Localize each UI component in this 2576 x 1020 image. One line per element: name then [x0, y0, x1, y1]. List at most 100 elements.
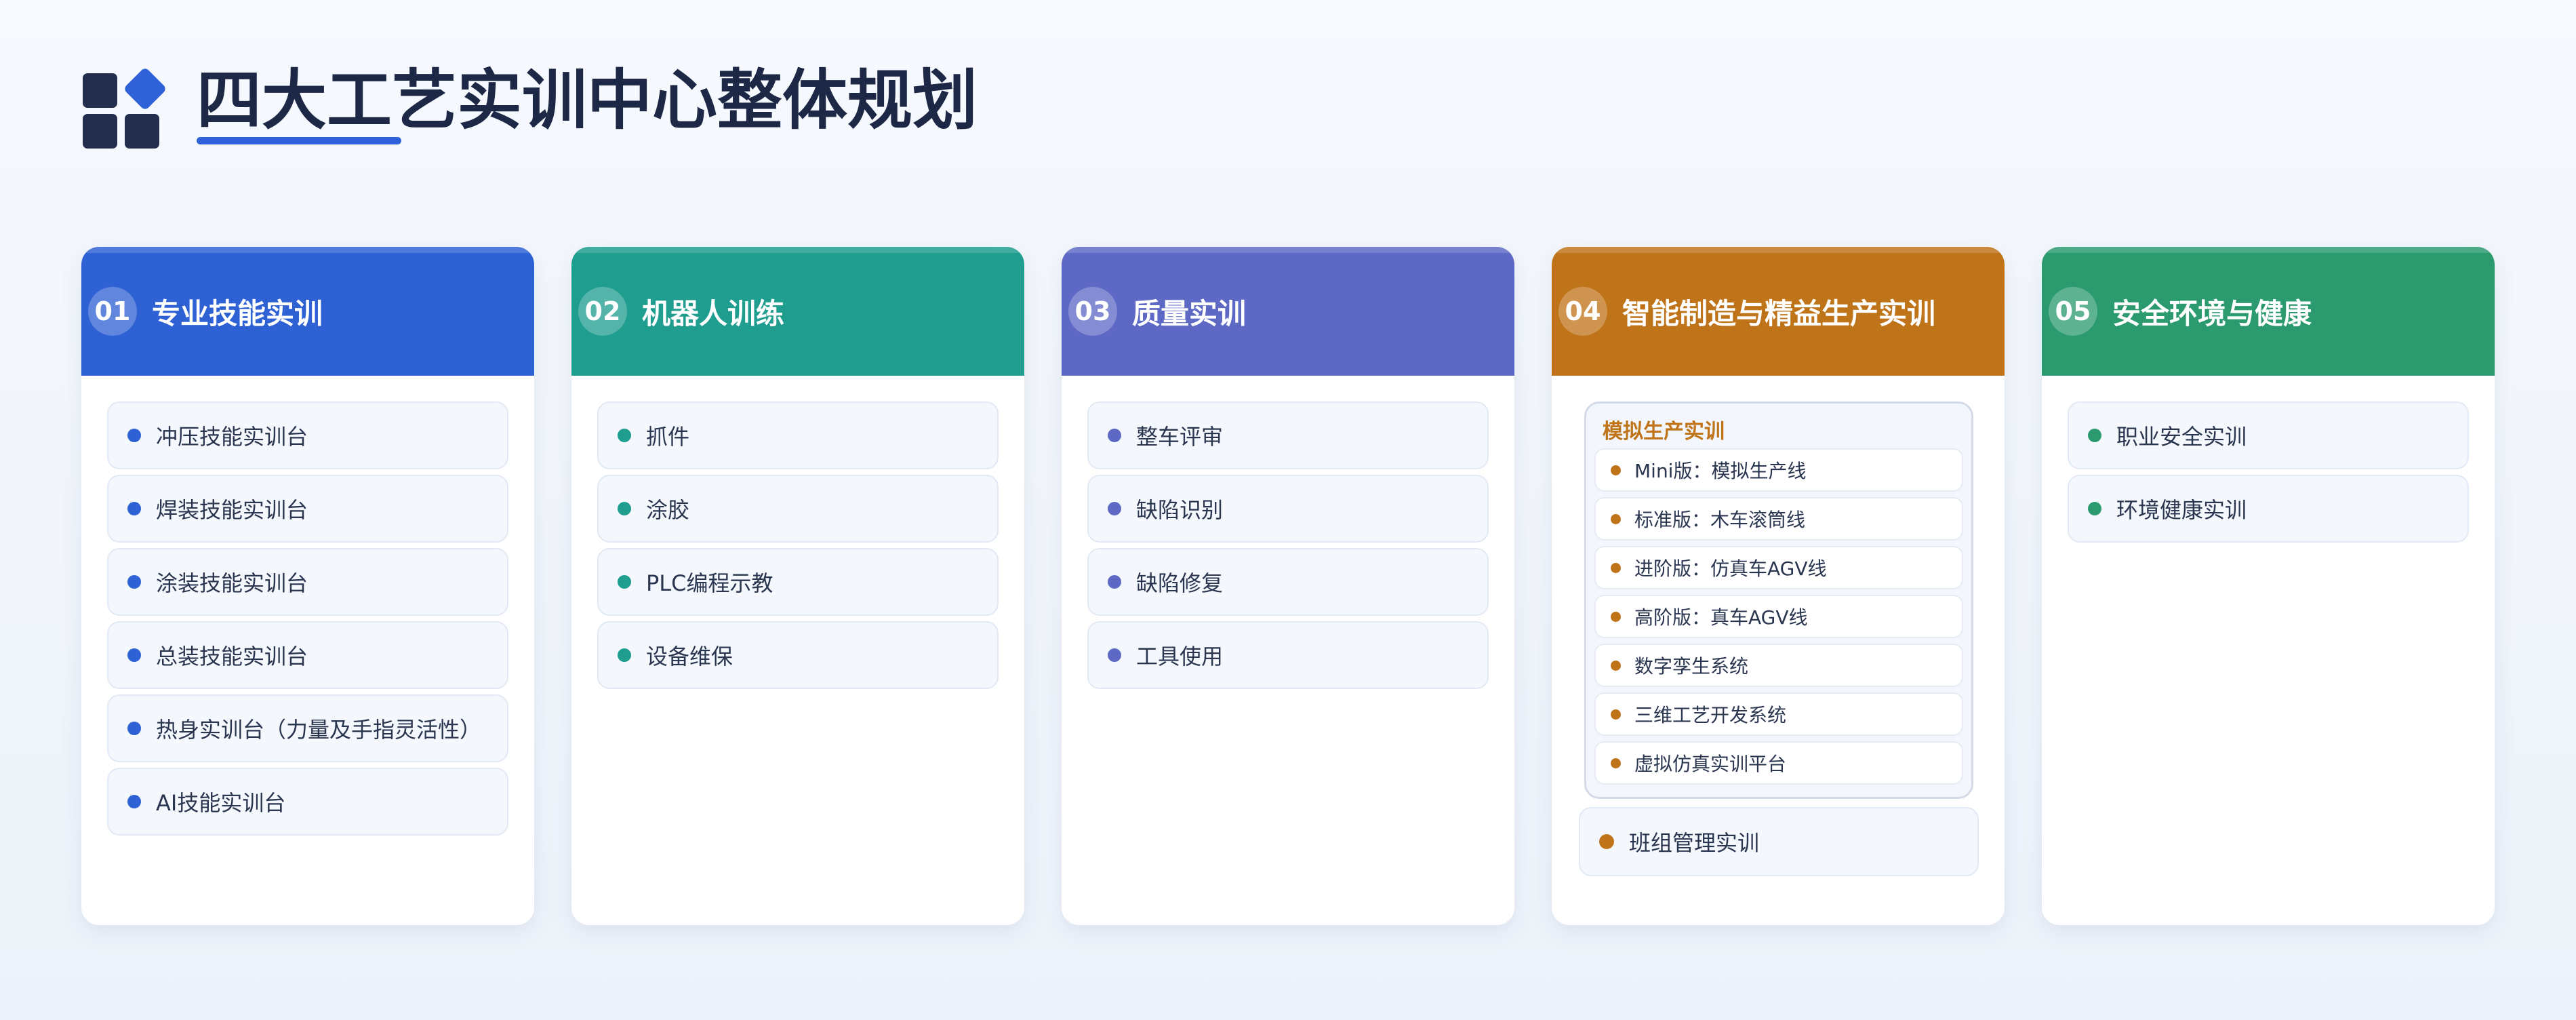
title-wrap: 四大工艺实训中心整体规划 [197, 62, 978, 144]
list-item[interactable]: AI技能实训台 [107, 768, 508, 836]
list-item[interactable]: 设备维保 [597, 621, 999, 689]
list-item[interactable]: 涂胶 [597, 475, 999, 543]
subpanel-title: 模拟生产实训 [1603, 420, 1725, 444]
bullet-dot-icon [1108, 575, 1121, 589]
card-number-badge: 05 [2049, 287, 2097, 336]
bullet-dot-icon [1611, 513, 1621, 524]
bullet-dot-icon [1611, 562, 1621, 573]
list-item[interactable]: 缺陷修复 [1087, 548, 1489, 616]
bullet-dot-icon [1611, 611, 1621, 622]
sub-list-item[interactable]: 虚拟仿真实训平台 [1594, 741, 1963, 785]
card-title: 智能制造与精益生产实训 [1622, 296, 1936, 330]
card-item-list: 整车评审 缺陷识别 缺陷修复 工具使用 [1087, 401, 1489, 694]
sub-list-item[interactable]: 进阶版：仿真车AGV线 [1594, 546, 1963, 589]
bullet-dot-icon [618, 648, 631, 662]
list-item-label: 班组管理实训 [1629, 830, 1760, 856]
card-item-list: 抓件 涂胶 PLC编程示教 设备维保 [597, 401, 999, 694]
bullet-dot-icon [618, 575, 631, 589]
list-item-label: 冲压技能实训台 [156, 424, 308, 450]
list-item[interactable]: 工具使用 [1087, 621, 1489, 689]
bullet-dot-icon [127, 648, 141, 662]
list-item-label: 涂胶 [646, 497, 690, 523]
card-title: 质量实训 [1132, 296, 1247, 330]
card-item-list: 冲压技能实训台 焊装技能实训台 涂装技能实训台 总装技能实训台 热身实训台（力量… [107, 401, 508, 841]
sub-list-item[interactable]: 高阶版：真车AGV线 [1594, 595, 1963, 638]
bullet-dot-icon [2088, 429, 2101, 442]
sub-list-item[interactable]: Mini版：模拟生产线 [1594, 448, 1963, 492]
sub-list-item-label: Mini版：模拟生产线 [1634, 460, 1807, 482]
list-item[interactable]: 抓件 [597, 401, 999, 469]
bullet-dot-icon [127, 722, 141, 735]
card-number-badge: 03 [1068, 287, 1117, 336]
card-number-badge: 04 [1558, 287, 1607, 336]
bullet-dot-icon [618, 429, 631, 442]
card-number-badge: 02 [578, 287, 627, 336]
card-header: 05 安全环境与健康 [2042, 247, 2495, 376]
card-robot-training: 02 机器人训练 抓件 涂胶 PLC编程示教 设备维保 [571, 247, 1024, 925]
cards-row: 01 专业技能实训 冲压技能实训台 焊装技能实训台 涂装技能实训台 总装技能实训… [81, 247, 2495, 925]
bullet-dot-icon [1108, 648, 1121, 662]
card-item-list: 职业安全实训 环境健康实训 [2068, 401, 2469, 548]
card-header: 01 专业技能实训 [81, 247, 534, 376]
bullet-dot-icon [2088, 502, 2101, 515]
list-item[interactable]: 整车评审 [1087, 401, 1489, 469]
card-quality-training: 03 质量实训 整车评审 缺陷识别 缺陷修复 工具使用 [1062, 247, 1514, 925]
bullet-dot-icon [127, 575, 141, 589]
sub-list-item[interactable]: 数字孪生系统 [1594, 644, 1963, 687]
sub-list-item-label: 进阶版：仿真车AGV线 [1634, 557, 1827, 580]
card-title: 专业技能实训 [152, 296, 323, 330]
bullet-dot-icon [1108, 429, 1121, 442]
list-item-label: 职业安全实训 [2116, 424, 2247, 450]
grid-logo-icon [83, 66, 167, 151]
card-header: 02 机器人训练 [571, 247, 1024, 376]
list-item[interactable]: 热身实训台（力量及手指灵活性） [107, 694, 508, 762]
card-smart-manufacturing: 04 智能制造与精益生产实训 模拟生产实训 Mini版：模拟生产线 标准版：木车… [1552, 247, 2005, 925]
list-item[interactable]: PLC编程示教 [597, 548, 999, 616]
sub-list-item-label: 三维工艺开发系统 [1634, 704, 1787, 726]
list-item[interactable]: 班组管理实训 [1579, 807, 1979, 876]
sub-list-item-label: 虚拟仿真实训平台 [1634, 753, 1787, 775]
card-professional-skills: 01 专业技能实训 冲压技能实训台 焊装技能实训台 涂装技能实训台 总装技能实训… [81, 247, 534, 925]
bullet-dot-icon [1611, 465, 1621, 475]
card-number-badge: 01 [88, 287, 137, 336]
list-item[interactable]: 缺陷识别 [1087, 475, 1489, 543]
page-title: 四大工艺实训中心整体规划 [197, 62, 978, 138]
bullet-dot-icon [127, 502, 141, 515]
card-safety-environment-health: 05 安全环境与健康 职业安全实训 环境健康实训 [2042, 247, 2495, 925]
list-item-label: 环境健康实训 [2116, 497, 2247, 523]
list-item-label: 设备维保 [646, 644, 733, 669]
list-item-label: AI技能实训台 [156, 790, 286, 816]
bullet-dot-icon [1611, 758, 1621, 768]
list-item-label: 焊装技能实训台 [156, 497, 308, 523]
list-item-label: 抓件 [646, 424, 690, 450]
list-item-label: PLC编程示教 [646, 570, 773, 596]
bullet-dot-icon [1611, 709, 1621, 720]
card-title: 机器人训练 [642, 296, 785, 330]
bullet-dot-icon [127, 795, 141, 808]
bullet-dot-icon [127, 429, 141, 442]
sub-list-item[interactable]: 三维工艺开发系统 [1594, 692, 1963, 736]
list-item[interactable]: 焊装技能实训台 [107, 475, 508, 543]
subpanel-item-list: Mini版：模拟生产线 标准版：木车滚筒线 进阶版：仿真车AGV线 高阶版：真车… [1594, 448, 1963, 790]
sub-list-item-label: 数字孪生系统 [1634, 655, 1749, 678]
page-header: 四大工艺实训中心整体规划 [83, 65, 978, 153]
card-title: 安全环境与健康 [2112, 296, 2312, 330]
simulated-production-panel: 模拟生产实训 Mini版：模拟生产线 标准版：木车滚筒线 进阶版：仿真车AGV线… [1584, 401, 1973, 799]
sub-list-item-label: 标准版：木车滚筒线 [1634, 509, 1806, 531]
list-item[interactable]: 涂装技能实训台 [107, 548, 508, 616]
sub-list-item[interactable]: 标准版：木车滚筒线 [1594, 497, 1963, 541]
card-header: 04 智能制造与精益生产实训 [1552, 247, 2005, 376]
bullet-dot-icon [1599, 834, 1614, 849]
list-item-label: 热身实训台（力量及手指灵活性） [156, 717, 482, 743]
list-item-label: 缺陷识别 [1136, 497, 1224, 523]
list-item[interactable]: 环境健康实训 [2068, 475, 2469, 543]
list-item-label: 总装技能实训台 [156, 644, 308, 669]
list-item-label: 缺陷修复 [1136, 570, 1224, 596]
list-item-label: 涂装技能实训台 [156, 570, 308, 596]
list-item[interactable]: 冲压技能实训台 [107, 401, 508, 469]
title-underline [197, 137, 401, 144]
list-item[interactable]: 总装技能实训台 [107, 621, 508, 689]
list-item[interactable]: 职业安全实训 [2068, 401, 2469, 469]
bullet-dot-icon [1611, 660, 1621, 671]
bullet-dot-icon [618, 502, 631, 515]
